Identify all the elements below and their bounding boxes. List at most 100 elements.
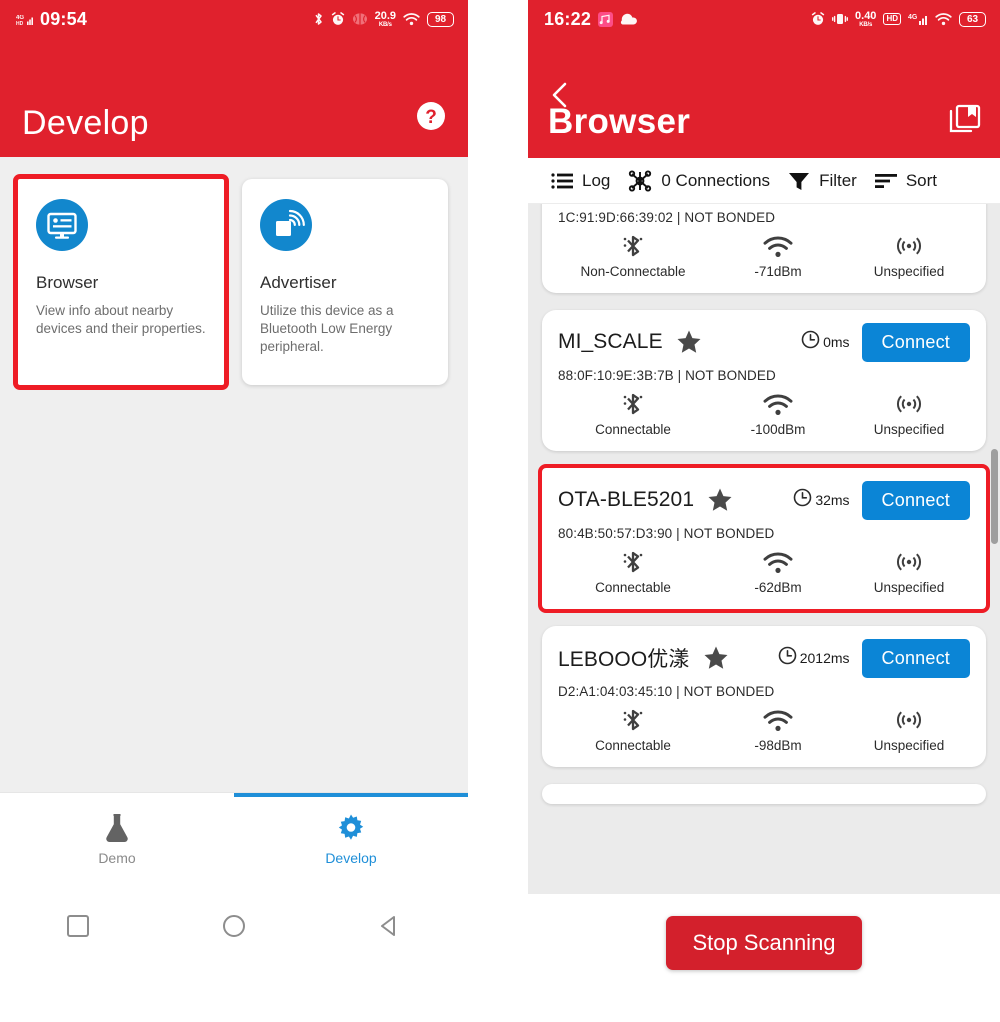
back-triangle-icon[interactable] (373, 909, 407, 943)
stop-scanning-button[interactable]: Stop Scanning (666, 916, 862, 970)
broadcast-icon (895, 391, 923, 417)
left-phone-screen: 4G HD 09:54 20.9 KB/s 98 Develop ? Brows… (0, 0, 468, 1022)
toolbar-filter-label: Filter (819, 170, 857, 190)
favorite-star-icon[interactable] (707, 487, 733, 513)
device-connectable-label: Connectable (595, 580, 671, 595)
device-rssi-label: -100dBm (750, 422, 806, 437)
toolbar-filter[interactable]: Filter (779, 171, 866, 191)
recents-square-icon[interactable] (61, 909, 95, 943)
list-scrollbar[interactable] (991, 449, 998, 544)
clock-icon (793, 488, 812, 512)
wifi-icon (763, 233, 793, 259)
advertiser-card-description: Utilize this device as a Bluetooth Low E… (260, 303, 394, 354)
browser-card[interactable]: Browser View info about nearby devices a… (13, 174, 229, 390)
device-category-label: Unspecified (873, 264, 945, 279)
right-phone-screen: 16:22 0.40 KB/s HD 4G 63 Browser Log 0 C… (528, 0, 1000, 1022)
right-status-time: 16:22 (544, 8, 592, 29)
browser-card-description: View info about nearby devices and their… (36, 303, 206, 336)
device-latency-label: 2012ms (799, 650, 850, 666)
wifi-icon (935, 12, 952, 26)
left-app-bar: Develop ? (0, 38, 468, 157)
wifi-icon (763, 707, 793, 733)
connect-button[interactable]: Connect (861, 638, 970, 678)
advertiser-card-title: Advertiser (260, 273, 337, 292)
toolbar-connections[interactable]: 0 Connections (619, 169, 779, 192)
device-mac: D2:A1:04:03:45:10 | NOT BONDED (558, 684, 775, 699)
device-latency: 0ms (801, 330, 850, 354)
browser-card-title: Browser (36, 273, 99, 292)
favorite-star-icon[interactable] (676, 329, 702, 355)
device-properties: Non-Connectable -71dBm Unspecified (558, 229, 970, 279)
toolbar-sort-label: Sort (905, 170, 938, 190)
device-mac: 88:0F:10:9E:3B:7B | NOT BONDED (558, 368, 776, 383)
wifi-icon (763, 391, 793, 417)
bottom-tab-bar: Demo Develop (0, 792, 468, 880)
gear-icon (336, 812, 366, 844)
tab-demo[interactable]: Demo (0, 793, 234, 880)
device-latency-label: 0ms (823, 334, 850, 350)
left-status-bar: 4G HD 09:54 20.9 KB/s 98 (0, 0, 468, 38)
clock-icon (778, 646, 797, 670)
advertiser-card[interactable]: Advertiser Utilize this device as a Blue… (242, 179, 448, 385)
device-category-label: Unspecified (873, 738, 945, 753)
bluetooth-icon (622, 233, 644, 259)
wifi-icon (763, 549, 793, 575)
develop-card-area: Browser View info about nearby devices a… (0, 157, 468, 880)
device-name: LEBOOO优漾 (558, 648, 690, 671)
device-connectable-label: Connectable (595, 422, 671, 437)
device-connectable: Connectable (558, 707, 708, 753)
device-rssi: -71dBm (708, 233, 848, 279)
device-mac: 1C:91:9D:66:39:02 | NOT BONDED (558, 210, 776, 225)
device-card-partial-top[interactable]: 1C:91:9D:66:39:02 | NOT BONDED Non-Conne… (542, 204, 986, 293)
bluetooth-icon (622, 707, 644, 733)
list-icon (551, 172, 573, 190)
tab-develop[interactable]: Develop (234, 793, 468, 880)
device-connectable-label: Non-Connectable (580, 264, 686, 279)
device-latency: 2012ms (778, 646, 850, 670)
device-mac: 80:4B:50:57:D3:90 | NOT BONDED (558, 526, 775, 541)
device-rssi: -62dBm (708, 549, 848, 595)
device-properties: Connectable -62dBm Unspecified (558, 545, 970, 595)
hd-icon: HD (883, 13, 901, 25)
svg-text:?: ? (425, 107, 437, 128)
left-data-rate-value: 20.9 (374, 9, 396, 22)
device-card-ota-ble5201[interactable]: OTA-BLE5201 32ms Connect 80:4B:50:57:D3:… (538, 464, 990, 613)
device-category-label: Unspecified (873, 422, 945, 437)
device-card-mi-scale[interactable]: MI_SCALE 0ms Connect 88:0F:10:9E:3B:7B |… (542, 310, 986, 451)
device-category: Unspecified (848, 233, 970, 279)
collections-bookmark-icon[interactable] (948, 102, 982, 136)
device-card-lebooo[interactable]: LEBOOO优漾 2012ms Connect D2:A1:04:03:45:1… (542, 626, 986, 767)
home-circle-icon[interactable] (217, 909, 251, 943)
tab-develop-label: Develop (325, 849, 377, 866)
device-card-partial-bottom[interactable] (542, 784, 986, 804)
right-data-rate-unit: KB/s (859, 21, 873, 28)
toolbar-log-label: Log (582, 170, 611, 190)
music-app-icon (598, 11, 614, 27)
connect-button[interactable]: Connect (861, 480, 970, 520)
alarm-icon (811, 12, 825, 26)
toolbar-log[interactable]: Log (542, 171, 619, 191)
bluetooth-icon (622, 549, 644, 575)
advertiser-broadcast-icon (260, 199, 312, 251)
device-connectable: Non-Connectable (558, 233, 708, 279)
toolbar-sort[interactable]: Sort (866, 171, 946, 191)
alarm-icon (331, 12, 345, 26)
scan-results-list[interactable]: 1C:91:9D:66:39:02 | NOT BONDED Non-Conne… (528, 204, 1000, 894)
device-rssi: -98dBm (708, 707, 848, 753)
help-circle-icon[interactable]: ? (416, 101, 446, 131)
device-rssi-label: -62dBm (754, 580, 802, 595)
left-page-title: Develop (22, 104, 149, 142)
tab-demo-label: Demo (98, 849, 136, 866)
right-data-rate: 0.40 KB/s (855, 10, 876, 28)
right-battery-indicator: 63 (959, 11, 986, 27)
device-connectable: Connectable (558, 391, 708, 437)
flask-icon (103, 812, 131, 844)
develop-card-grid: Browser View info about nearby devices a… (13, 174, 450, 390)
device-connectable: Connectable (558, 549, 708, 595)
connect-button[interactable]: Connect (861, 322, 970, 362)
favorite-star-icon[interactable] (703, 645, 729, 671)
broadcast-icon (895, 707, 923, 733)
device-latency-label: 32ms (815, 492, 850, 508)
left-battery-indicator: 98 (427, 11, 454, 27)
device-connectable-label: Connectable (595, 738, 671, 753)
